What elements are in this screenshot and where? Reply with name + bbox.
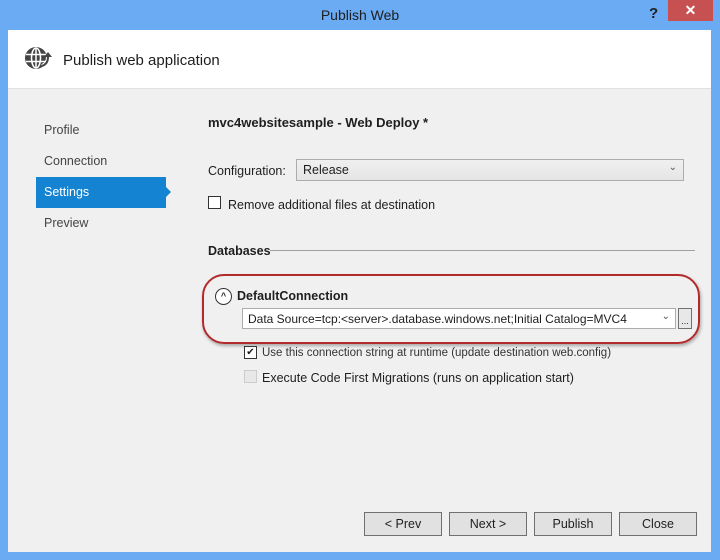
browse-connection-button[interactable]: ... bbox=[678, 308, 692, 329]
next-button[interactable]: Next > bbox=[449, 512, 527, 536]
nav-item-preview[interactable]: Preview bbox=[36, 208, 166, 239]
wizard-nav: Profile Connection Settings Preview bbox=[36, 115, 176, 239]
help-button[interactable]: ? bbox=[649, 5, 658, 22]
dialog-body: Publish web application Profile Connecti… bbox=[8, 30, 711, 552]
prev-button[interactable]: < Prev bbox=[364, 512, 442, 536]
databases-heading: Databases bbox=[208, 244, 271, 258]
nav-item-settings[interactable]: Settings bbox=[36, 177, 171, 208]
section-divider bbox=[270, 250, 695, 251]
use-runtime-checkbox[interactable]: ✔ bbox=[244, 346, 257, 359]
connection-string-combobox[interactable]: Data Source=tcp:<server>.database.window… bbox=[242, 308, 676, 329]
collapse-icon[interactable]: ^ bbox=[215, 288, 232, 305]
configuration-select[interactable]: Release ⌄ bbox=[296, 159, 684, 181]
dialog-header: Publish web application bbox=[8, 30, 711, 89]
connection-string-value: Data Source=tcp:<server>.database.window… bbox=[248, 312, 627, 326]
publish-button[interactable]: Publish bbox=[534, 512, 612, 536]
migrations-checkbox[interactable] bbox=[244, 370, 257, 383]
chevron-down-icon: ⌄ bbox=[668, 162, 677, 173]
globe-publish-icon bbox=[25, 47, 52, 69]
header-title: Publish web application bbox=[63, 52, 220, 69]
configuration-label: Configuration: bbox=[208, 164, 286, 178]
chevron-down-icon: ⌄ bbox=[661, 311, 670, 322]
connection-name: DefaultConnection bbox=[237, 289, 349, 303]
use-runtime-label: Use this connection string at runtime (u… bbox=[262, 347, 612, 359]
window-title: Publish Web bbox=[320, 7, 400, 23]
nav-item-profile[interactable]: Profile bbox=[36, 115, 166, 146]
configuration-value: Release bbox=[303, 163, 349, 177]
close-window-button[interactable]: ✕ bbox=[668, 0, 713, 21]
remove-files-label: Remove additional files at destination bbox=[228, 198, 436, 212]
profile-name: mvc4websitesample - Web Deploy * bbox=[208, 115, 429, 130]
nav-item-connection[interactable]: Connection bbox=[36, 146, 166, 177]
title-bar: Publish Web ? ✕ bbox=[0, 0, 720, 30]
remove-files-checkbox[interactable] bbox=[208, 196, 221, 209]
close-button[interactable]: Close bbox=[619, 512, 697, 536]
migrations-label: Execute Code First Migrations (runs on a… bbox=[262, 371, 574, 385]
